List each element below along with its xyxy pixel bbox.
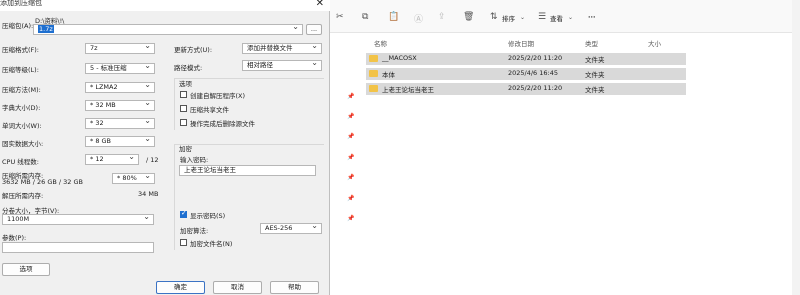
- rename-icon[interactable]: Ⓐ: [414, 12, 423, 25]
- copy-icon[interactable]: ⧉: [362, 12, 368, 22]
- params-label: 参数(P):: [2, 234, 27, 242]
- decomp-label: 解压所需内存:: [2, 192, 44, 200]
- file-row[interactable]: __MACOSX 2025/2/20 11:20 文件夹: [366, 53, 686, 65]
- file-type: 文件夹: [585, 56, 605, 64]
- share-icon[interactable]: ⇪: [438, 12, 446, 22]
- more-options-icon[interactable]: ···: [588, 13, 595, 21]
- cut-icon[interactable]: ✂: [336, 12, 344, 22]
- sort-chevron-icon: ⌄: [520, 14, 526, 21]
- encryption-group-title: 加密: [179, 145, 192, 153]
- cpu-label: CPU 线程数:: [2, 158, 39, 166]
- file-row[interactable]: 上老王论坛当老王 2025/2/20 11:20 文件夹: [366, 83, 686, 95]
- decomp-value: 34 MB: [138, 190, 159, 198]
- cpu-select[interactable]: * 12: [85, 154, 139, 165]
- navigation-pane: 📌 📌 📌 📌 📌 📌 📌: [330, 33, 360, 295]
- file-explorer: ✂ ⧉ 📋 Ⓐ ⇪ 🗑 ⇅ 排序 ⌄ ☰ 查看 ⌄ ··· 📌 📌 📌 📌 📌 …: [330, 0, 800, 295]
- sort-icon[interactable]: ⇅: [490, 12, 498, 22]
- view-chevron-icon: ⌄: [568, 14, 574, 21]
- method-select[interactable]: * LZMA2: [85, 82, 155, 93]
- params-input[interactable]: [2, 242, 154, 253]
- archive-label: 压缩包(A):: [2, 22, 34, 30]
- dict-select[interactable]: * 32 MB: [85, 100, 155, 111]
- shared-label: 压缩共享文件: [190, 106, 229, 114]
- view-button[interactable]: 查看: [550, 13, 563, 23]
- scrollbar[interactable]: [792, 0, 800, 295]
- word-select[interactable]: * 32: [85, 118, 155, 129]
- pin-icon: 📌: [347, 93, 355, 100]
- options-button[interactable]: 选项: [2, 263, 50, 276]
- mem-detail: 3632 MB / 26 GB / 32 GB: [2, 178, 83, 186]
- browse-button[interactable]: ...: [306, 24, 322, 35]
- options-group-title: 选项: [179, 80, 192, 88]
- explorer-toolbar: ✂ ⧉ 📋 Ⓐ ⇪ 🗑 ⇅ 排序 ⌄ ☰ 查看 ⌄ ···: [330, 0, 800, 33]
- method-label: 压缩方法(M):: [2, 86, 41, 94]
- encryption-method-label: 加密算法:: [180, 227, 209, 235]
- show-password-checkbox[interactable]: [180, 209, 187, 218]
- delete-icon[interactable]: 🗑: [463, 12, 474, 22]
- column-header-type[interactable]: 类型: [585, 38, 598, 48]
- file-type: 文件夹: [585, 86, 605, 94]
- folder-icon: [369, 85, 378, 92]
- pin-icon: 📌: [347, 174, 355, 181]
- file-name: __MACOSX: [382, 54, 417, 62]
- split-select[interactable]: 1100M: [2, 214, 154, 225]
- mem-select[interactable]: * 80%: [112, 173, 155, 184]
- pathmode-label: 路径模式:: [174, 64, 203, 72]
- view-icon[interactable]: ☰: [538, 12, 546, 22]
- password-input[interactable]: 上老王论坛当老王: [179, 165, 316, 176]
- pin-icon: 📌: [347, 113, 355, 120]
- sort-button[interactable]: 排序: [502, 13, 515, 23]
- file-date: 2025/4/6 16:45: [508, 69, 558, 77]
- cancel-button[interactable]: 取消: [213, 281, 262, 294]
- delete-source-checkbox[interactable]: [180, 119, 187, 126]
- shared-checkbox[interactable]: [180, 105, 187, 112]
- pin-icon: 📌: [347, 133, 355, 140]
- cpu-total: / 12: [146, 156, 159, 164]
- dialog-titlebar: 添加到压缩包 ✕: [0, 0, 330, 11]
- encrypt-names-checkbox[interactable]: [180, 239, 187, 246]
- dict-label: 字典大小(D):: [2, 104, 41, 112]
- help-button[interactable]: 帮助: [270, 281, 319, 294]
- column-header-name[interactable]: 名称: [374, 38, 387, 48]
- dialog-title: 添加到压缩包: [0, 0, 42, 7]
- archive-name-combo[interactable]: 1.7z: [33, 24, 303, 35]
- column-header-date[interactable]: 修改日期: [508, 38, 534, 48]
- archive-name-selected: 1.7z: [38, 25, 54, 33]
- pathmode-select[interactable]: 相对路径: [242, 60, 322, 71]
- pin-icon: 📌: [347, 215, 355, 222]
- encrypt-names-label: 加密文件名(N): [190, 240, 233, 248]
- solid-label: 固实数据大小:: [2, 140, 44, 148]
- add-to-archive-dialog: 添加到压缩包 ✕ 压缩包(A): D:\资料\!\ 1.7z ... 压缩格式(…: [0, 0, 330, 295]
- word-label: 单词大小(W):: [2, 122, 42, 130]
- level-label: 压缩等级(L):: [2, 66, 39, 74]
- sfx-label: 创建自解压程序(X): [190, 92, 246, 100]
- file-row[interactable]: 本体 2025/4/6 16:45 文件夹: [366, 68, 686, 80]
- paste-icon[interactable]: 📋: [388, 12, 399, 22]
- pin-icon: 📌: [347, 195, 355, 202]
- format-select[interactable]: 7z: [85, 43, 155, 54]
- pin-icon: 📌: [347, 154, 355, 161]
- password-label: 输入密码:: [180, 156, 209, 164]
- folder-icon: [369, 55, 378, 62]
- level-select[interactable]: 5 - 标准压缩: [85, 63, 155, 74]
- close-icon[interactable]: ✕: [316, 0, 324, 9]
- file-date: 2025/2/20 11:20: [508, 84, 563, 92]
- update-select[interactable]: 添加并替换文件: [242, 43, 322, 54]
- format-label: 压缩格式(F):: [2, 46, 40, 54]
- file-type: 文件夹: [585, 71, 605, 79]
- encryption-method-select[interactable]: AES-256: [260, 223, 322, 234]
- file-name: 上老王论坛当老王: [382, 86, 434, 94]
- file-date: 2025/2/20 11:20: [508, 54, 563, 62]
- delete-source-label: 操作完成后删除源文件: [190, 120, 255, 128]
- sfx-checkbox[interactable]: [180, 91, 187, 98]
- show-password-label: 显示密码(S): [190, 212, 226, 220]
- column-header-size[interactable]: 大小: [648, 38, 661, 48]
- update-label: 更新方式(U):: [174, 46, 213, 54]
- solid-select[interactable]: * 8 GB: [85, 136, 155, 147]
- folder-icon: [369, 70, 378, 77]
- file-name: 本体: [382, 71, 395, 79]
- ok-button[interactable]: 确定: [156, 281, 205, 294]
